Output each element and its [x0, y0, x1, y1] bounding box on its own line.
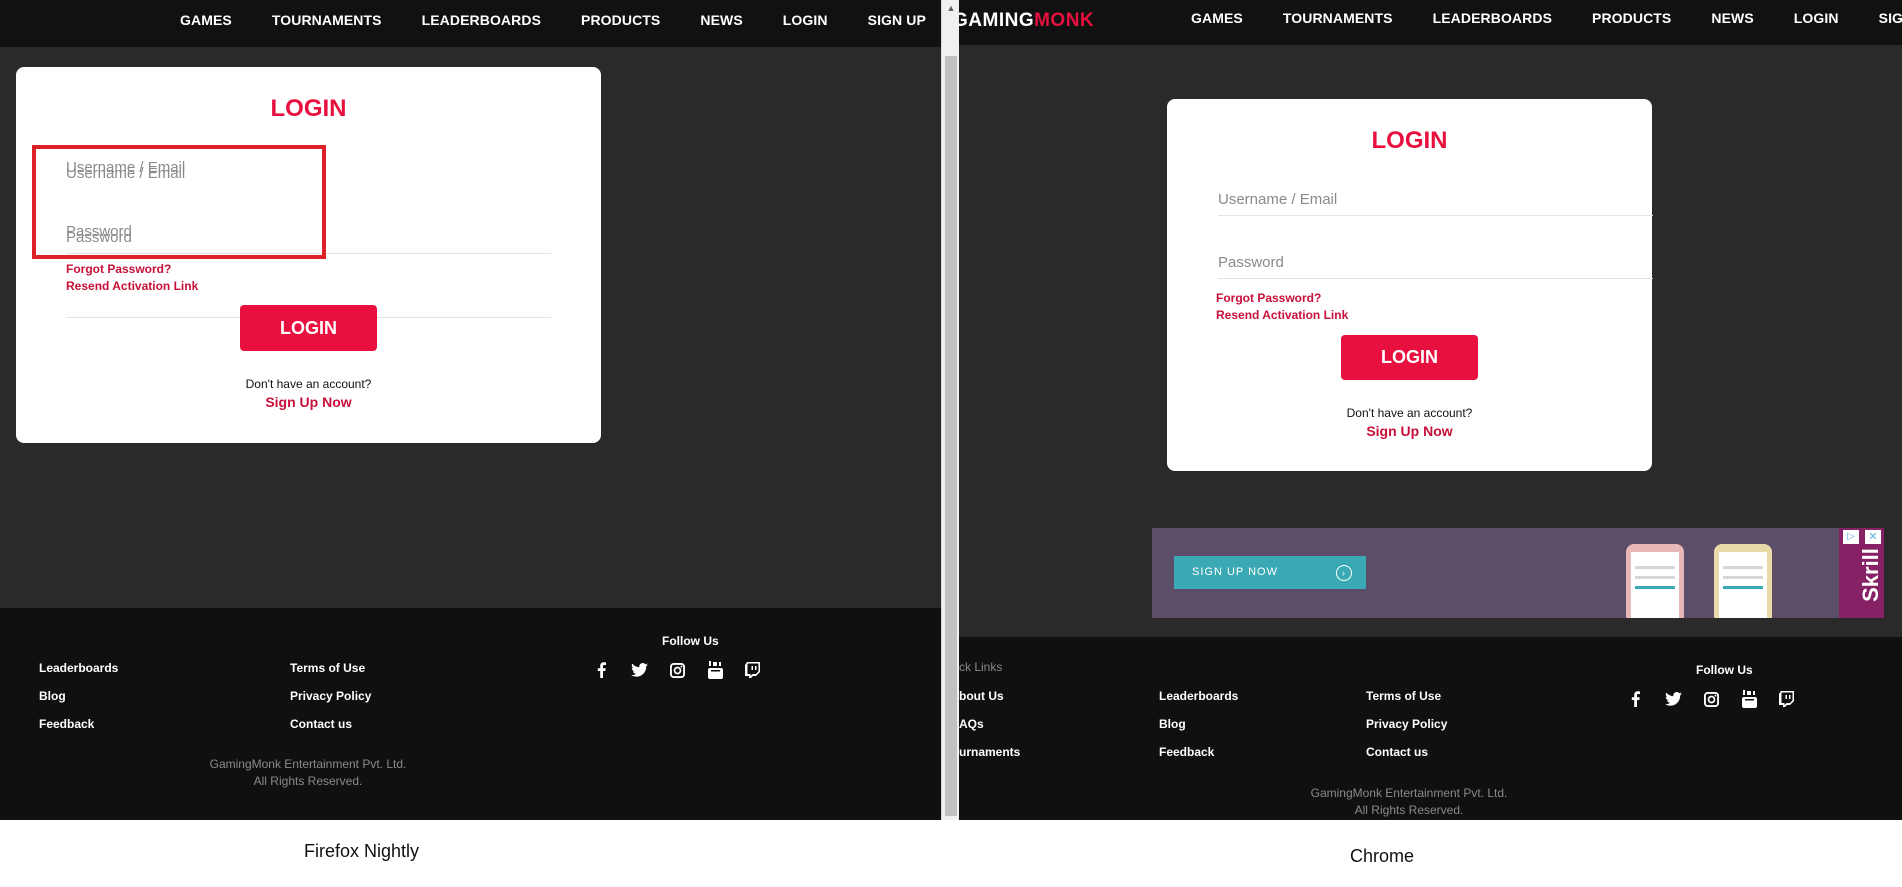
follow-us-label: Follow Us [1696, 663, 1753, 677]
sign-up-now-link[interactable]: Sign Up Now [1167, 423, 1652, 439]
footer: ck Links bout Us AQs urnaments Leaderboa… [959, 637, 1902, 820]
ad-button-label: SIGN UP NOW [1192, 566, 1278, 578]
nav-products[interactable]: PRODUCTS [581, 12, 660, 28]
nav-signup[interactable]: SIGN UP [1879, 10, 1902, 26]
scroll-up-arrow-icon[interactable]: ▲ [942, 0, 960, 16]
twitch-icon[interactable] [1772, 689, 1802, 709]
nav-leaderboards[interactable]: LEADERBOARDS [422, 12, 541, 28]
top-navigation-bar: GAMINGMONK GAMES TOURNAMENTS LEADERBOARD… [959, 0, 1902, 45]
instagram-icon[interactable] [662, 660, 692, 680]
resend-activation-link[interactable]: Resend Activation Link [66, 279, 198, 293]
nav-games[interactable]: GAMES [180, 12, 232, 28]
facebook-icon[interactable] [586, 660, 616, 680]
no-account-text: Don't have an account? [245, 377, 372, 391]
footer-contact-link[interactable]: Contact us [1366, 745, 1428, 759]
copyright-line-1: GamingMonk Entertainment Pvt. Ltd. [1310, 786, 1508, 800]
chrome-viewport: GAMINGMONK GAMES TOURNAMENTS LEADERBOARD… [959, 0, 1902, 820]
footer-terms-link[interactable]: Terms of Use [290, 661, 365, 675]
follow-us-label: Follow Us [662, 634, 719, 648]
nav-games[interactable]: GAMES [1191, 10, 1243, 26]
caption-firefox-nightly: Firefox Nightly [304, 841, 420, 861]
footer-feedback-link[interactable]: Feedback [39, 717, 94, 731]
footer-leaderboards-link[interactable]: Leaderboards [1159, 689, 1238, 703]
copyright-line-2: All Rights Reserved. [253, 774, 363, 788]
login-button[interactable]: LOGIN [1341, 335, 1478, 380]
ad-sign-up-now-button[interactable]: SIGN UP NOW › [1174, 556, 1366, 589]
twitch-icon[interactable] [738, 660, 768, 680]
resend-activation-link[interactable]: Resend Activation Link [1216, 308, 1348, 322]
facebook-icon[interactable] [1620, 689, 1650, 709]
phone-mockup-1 [1626, 544, 1684, 618]
username-placeholder: Username / Email [1218, 191, 1338, 208]
skrill-advertisement[interactable]: SIGN UP NOW › Skrill ▷ ✕ [1152, 528, 1884, 618]
copyright-line-1: GamingMonk Entertainment Pvt. Ltd. [209, 757, 407, 771]
footer-blog-link[interactable]: Blog [1159, 717, 1186, 731]
quick-links-label: ck Links [959, 660, 1003, 674]
twitter-icon[interactable] [624, 660, 654, 680]
logo-text-monk: MONK [1034, 10, 1095, 31]
youtube-icon[interactable] [1734, 689, 1764, 709]
sign-up-now-link[interactable]: Sign Up Now [16, 394, 601, 410]
nav-products[interactable]: PRODUCTS [1592, 10, 1671, 26]
social-icons [1620, 689, 1810, 709]
footer-privacy-link[interactable]: Privacy Policy [1366, 717, 1447, 731]
password-field[interactable]: Password [1218, 254, 1653, 279]
login-button[interactable]: LOGIN [240, 305, 377, 351]
arrow-right-icon: › [1336, 565, 1352, 581]
scrollbar-thumb[interactable] [945, 56, 957, 816]
footer-tournaments-link[interactable]: urnaments [959, 745, 1020, 759]
phone-mockup-2 [1714, 544, 1772, 618]
skrill-logo: Skrill [1858, 548, 1884, 602]
youtube-icon[interactable] [700, 660, 730, 680]
nav-login[interactable]: LOGIN [1794, 10, 1839, 26]
footer: Follow Us Leaderboards Blog Feedback Ter… [0, 608, 941, 820]
username-field[interactable]: Username / Email [1218, 191, 1653, 216]
copyright: GamingMonk Entertainment Pvt. Ltd. All R… [158, 756, 458, 790]
nav-links: GAMES TOURNAMENTS LEADERBOARDS PRODUCTS … [1191, 10, 1902, 26]
nav-news[interactable]: NEWS [1711, 10, 1753, 26]
top-navigation-bar: GAMES TOURNAMENTS LEADERBOARDS PRODUCTS … [0, 0, 941, 47]
footer-terms-link[interactable]: Terms of Use [1366, 689, 1441, 703]
footer-blog-link[interactable]: Blog [39, 689, 66, 703]
nav-leaderboards[interactable]: LEADERBOARDS [1433, 10, 1552, 26]
logo-text-gaming: GAMING [959, 10, 1035, 31]
login-title: LOGIN [1371, 127, 1448, 154]
caption-chrome: Chrome [1350, 846, 1415, 866]
login-card: LOGIN Username / Email Password Forgot P… [1167, 99, 1653, 471]
footer-faqs-link[interactable]: AQs [959, 717, 984, 731]
highlight-box [32, 145, 326, 259]
footer-feedback-link[interactable]: Feedback [1159, 745, 1214, 759]
nav-login[interactable]: LOGIN [783, 12, 828, 28]
copyright-line-2: All Rights Reserved. [1354, 803, 1464, 817]
gamingmonk-logo[interactable]: GAMINGMONK [959, 10, 1094, 32]
nav-links: GAMES TOURNAMENTS LEADERBOARDS PRODUCTS … [180, 12, 926, 28]
footer-privacy-link[interactable]: Privacy Policy [290, 689, 371, 703]
twitter-icon[interactable] [1658, 689, 1688, 709]
footer-contact-link[interactable]: Contact us [290, 717, 352, 731]
footer-about-link[interactable]: bout Us [959, 689, 1004, 703]
adchoices-icon[interactable]: ▷ [1843, 530, 1859, 544]
login-title: LOGIN [270, 95, 347, 122]
password-placeholder: Password [1218, 254, 1284, 271]
firefox-viewport: GAMES TOURNAMENTS LEADERBOARDS PRODUCTS … [0, 0, 941, 820]
social-icons [586, 660, 776, 680]
close-icon[interactable]: ✕ [1865, 530, 1881, 544]
nav-tournaments[interactable]: TOURNAMENTS [1283, 10, 1393, 26]
forgot-password-link[interactable]: Forgot Password? [66, 262, 171, 276]
vertical-scrollbar[interactable]: ▲ [941, 0, 959, 820]
nav-news[interactable]: NEWS [700, 12, 742, 28]
footer-leaderboards-link[interactable]: Leaderboards [39, 661, 118, 675]
copyright: GamingMonk Entertainment Pvt. Ltd. All R… [1259, 785, 1559, 819]
instagram-icon[interactable] [1696, 689, 1726, 709]
forgot-password-link[interactable]: Forgot Password? [1216, 291, 1321, 305]
nav-tournaments[interactable]: TOURNAMENTS [272, 12, 382, 28]
nav-signup[interactable]: SIGN UP [868, 12, 926, 28]
no-account-text: Don't have an account? [1346, 406, 1473, 420]
